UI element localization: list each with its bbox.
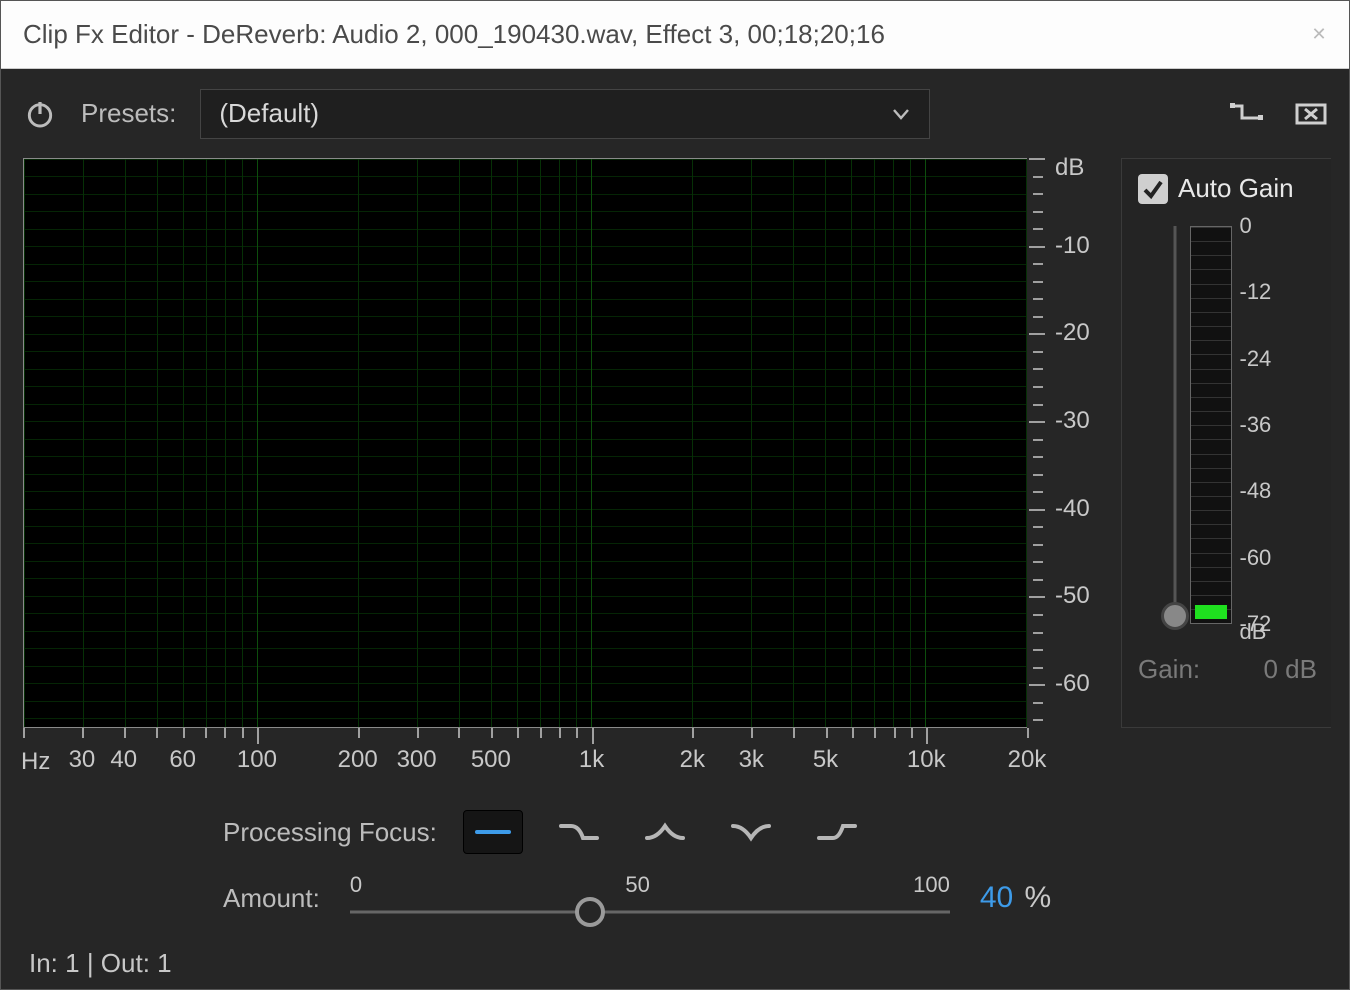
meter-tick-label: 0 bbox=[1240, 213, 1252, 239]
x-tick-label: 20k bbox=[1008, 746, 1047, 774]
gain-slider[interactable] bbox=[1168, 226, 1182, 624]
meter-tick-label: -48 bbox=[1240, 478, 1272, 504]
routing-icon bbox=[1230, 100, 1264, 128]
x-tick-label: 300 bbox=[397, 746, 437, 774]
preset-dropdown[interactable]: (Default) bbox=[200, 89, 930, 139]
close-icon: ✕ bbox=[1311, 24, 1326, 45]
auto-gain-checkbox[interactable] bbox=[1138, 174, 1168, 204]
y-axis: dB -10-20-30-40-50-60 bbox=[1027, 158, 1099, 728]
gain-panel: Auto Gain 0-12-24-36-48-60-72dB Gain: 0 … bbox=[1121, 158, 1331, 728]
routing-button[interactable] bbox=[1227, 94, 1267, 134]
y-tick-label: -40 bbox=[1055, 495, 1090, 523]
x-tick-label: 5k bbox=[813, 746, 838, 774]
focus-notch-icon bbox=[729, 820, 773, 844]
processing-focus-label: Processing Focus: bbox=[223, 817, 437, 848]
focus-notch-button[interactable] bbox=[721, 810, 781, 854]
gain-meter-labels: 0-12-24-36-48-60-72dB bbox=[1240, 226, 1288, 624]
y-tick-label: -20 bbox=[1055, 319, 1090, 347]
power-toggle[interactable] bbox=[23, 97, 57, 131]
x-tick-label: 100 bbox=[237, 746, 277, 774]
x-tick-label: 500 bbox=[471, 746, 511, 774]
amount-value[interactable]: 40 bbox=[980, 881, 1013, 914]
titlebar: Clip Fx Editor - DeReverb: Audio 2, 000_… bbox=[1, 1, 1349, 69]
focus-high-shelf-button[interactable] bbox=[807, 810, 867, 854]
focus-low-shelf-button[interactable] bbox=[549, 810, 609, 854]
amount-slider[interactable] bbox=[350, 900, 950, 924]
presets-label: Presets: bbox=[81, 98, 176, 129]
focus-peak-button[interactable] bbox=[635, 810, 695, 854]
x-tick-label: 200 bbox=[338, 746, 378, 774]
x-axis: Hz 3040601002003005001k2k3k5k10k20k bbox=[23, 728, 1027, 784]
amount-min-label: 0 bbox=[350, 872, 362, 898]
gain-slider-thumb[interactable] bbox=[1161, 602, 1189, 630]
clip-fx-editor-window: Clip Fx Editor - DeReverb: Audio 2, 000_… bbox=[0, 0, 1350, 990]
auto-gain-label: Auto Gain bbox=[1178, 173, 1294, 204]
focus-all-icon bbox=[471, 820, 515, 844]
x-tick-label: 40 bbox=[110, 746, 137, 774]
preset-delete-button[interactable] bbox=[1291, 94, 1331, 134]
x-tick-label: 10k bbox=[907, 746, 946, 774]
amount-slider-thumb[interactable] bbox=[575, 897, 605, 927]
x-tick-label: 2k bbox=[680, 746, 705, 774]
meter-tick-label: -36 bbox=[1240, 412, 1272, 438]
chevron-down-icon bbox=[891, 104, 911, 124]
close-button[interactable]: ✕ bbox=[1289, 1, 1349, 68]
toolbar: Presets: (Default) bbox=[23, 87, 1331, 140]
focus-all-button[interactable] bbox=[463, 810, 523, 854]
preset-dropdown-value: (Default) bbox=[219, 98, 319, 129]
gain-label: Gain: bbox=[1138, 654, 1200, 685]
y-tick-label: -50 bbox=[1055, 582, 1090, 610]
meter-tick-label: -24 bbox=[1240, 346, 1272, 372]
preset-delete-icon bbox=[1294, 100, 1328, 128]
io-status: In: 1 | Out: 1 bbox=[23, 924, 1331, 979]
focus-low-shelf-icon bbox=[557, 820, 601, 844]
x-tick-label: 3k bbox=[739, 746, 764, 774]
meter-peak-indicator bbox=[1195, 605, 1227, 619]
y-tick-label: -60 bbox=[1055, 670, 1090, 698]
y-tick-label: -30 bbox=[1055, 407, 1090, 435]
focus-peak-icon bbox=[643, 820, 687, 844]
amount-row: Amount: 0 50 100 40 % bbox=[223, 872, 1331, 924]
y-tick-label: -10 bbox=[1055, 232, 1090, 260]
meter-unit-label: dB bbox=[1240, 619, 1267, 645]
gain-meter bbox=[1190, 226, 1232, 624]
meter-tick-label: -12 bbox=[1240, 279, 1272, 305]
x-tick-label: 30 bbox=[69, 746, 96, 774]
amount-max-label: 100 bbox=[913, 872, 950, 898]
x-tick-label: 1k bbox=[579, 746, 604, 774]
processing-focus-row: Processing Focus: bbox=[223, 802, 1331, 862]
window-title: Clip Fx Editor - DeReverb: Audio 2, 000_… bbox=[23, 19, 885, 50]
x-tick-label: 60 bbox=[169, 746, 196, 774]
focus-high-shelf-icon bbox=[815, 820, 859, 844]
x-axis-unit: Hz bbox=[21, 748, 50, 776]
meter-tick-label: -60 bbox=[1240, 545, 1272, 571]
amount-label: Amount: bbox=[223, 883, 320, 914]
amount-unit: % bbox=[1024, 881, 1051, 914]
spectrum-panel: dB -10-20-30-40-50-60 Hz 304060100200300… bbox=[23, 158, 1099, 784]
power-icon bbox=[24, 98, 56, 130]
spectrum-chart[interactable] bbox=[23, 158, 1027, 728]
amount-mid-label: 50 bbox=[625, 872, 649, 898]
gain-value[interactable]: 0 dB bbox=[1264, 654, 1318, 685]
check-icon bbox=[1141, 177, 1165, 201]
